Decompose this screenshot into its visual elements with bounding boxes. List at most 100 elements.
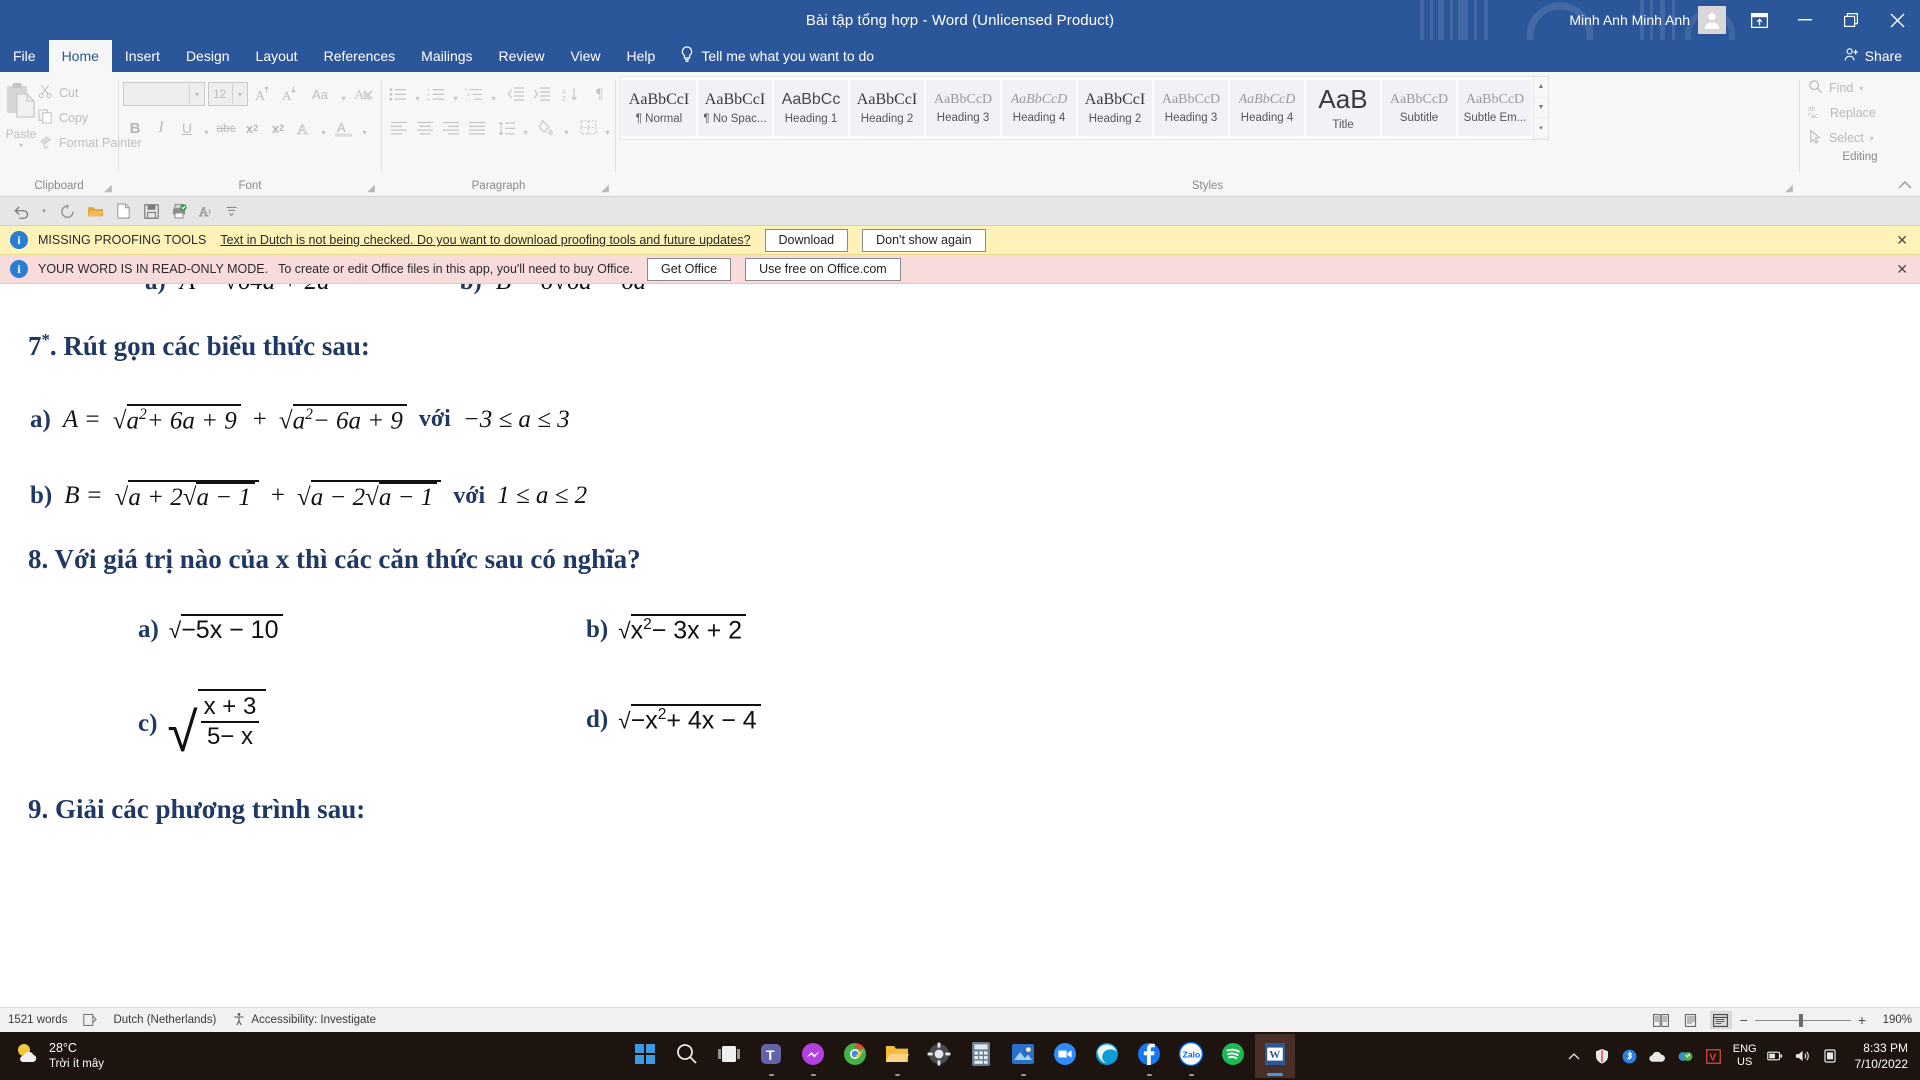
select-button[interactable]: Select ▾	[1808, 129, 1920, 147]
print-layout-icon[interactable]	[1680, 1011, 1702, 1029]
style-item[interactable]: AaBbCcD Subtitle	[1382, 80, 1456, 136]
chevron-up-icon[interactable]	[1565, 1047, 1583, 1065]
account-name[interactable]: Minh Anh Minh Anh	[1569, 12, 1698, 28]
align-center-icon[interactable]	[412, 116, 437, 140]
styles-dialog-launcher[interactable]: ◢	[1783, 182, 1795, 194]
read-mode-icon[interactable]	[1650, 1011, 1672, 1029]
shading-icon[interactable]	[535, 116, 560, 140]
new-document-icon[interactable]	[110, 199, 136, 223]
style-item[interactable]: AaBbCcD Heading 3	[1154, 80, 1228, 136]
chevron-down-icon[interactable]: ▾	[189, 84, 204, 104]
style-item[interactable]: AaBbCcI ¶ Normal	[622, 80, 696, 136]
taskbar-task-view[interactable]	[709, 1034, 749, 1078]
style-item[interactable]: AaBbCcI Heading 2	[850, 80, 924, 136]
chevron-down-icon[interactable]: ▾	[359, 115, 370, 142]
battery-icon[interactable]	[1767, 1047, 1785, 1065]
taskbar-edge[interactable]	[1087, 1034, 1127, 1078]
bluetooth-icon[interactable]	[1621, 1047, 1639, 1065]
save-icon[interactable]	[138, 199, 164, 223]
chevron-down-icon[interactable]: ▾	[318, 115, 329, 142]
align-right-icon[interactable]	[438, 116, 463, 140]
chevron-down-icon[interactable]: ▾	[201, 115, 212, 142]
sync-icon[interactable]	[1677, 1047, 1695, 1065]
use-free-office-button[interactable]: Use free on Office.com	[745, 257, 901, 281]
style-item[interactable]: AaBbCcI ¶ No Spac...	[698, 80, 772, 136]
chevron-down-icon[interactable]: ▾	[412, 81, 423, 108]
find-button[interactable]: Find ▾	[1808, 79, 1920, 97]
zoom-slider[interactable]: − +	[1740, 1012, 1866, 1028]
numbered-list-icon[interactable]: 123	[424, 82, 449, 106]
print-preview-icon[interactable]	[166, 199, 192, 223]
document-canvas[interactable]: a) A = √64a + 2a b) B = 6√6a − 6a 7*. Rú…	[0, 284, 1920, 1007]
taskbar-zoom-meeting[interactable]	[1045, 1034, 1085, 1078]
taskbar-facebook[interactable]	[1129, 1034, 1169, 1078]
web-layout-icon[interactable]	[1709, 1011, 1732, 1029]
user-avatar-icon[interactable]	[1698, 6, 1726, 34]
text-effects-icon[interactable]: A	[292, 116, 316, 140]
subscript-button[interactable]: x2	[240, 116, 264, 140]
chevron-down-icon[interactable]: ▾	[602, 115, 613, 142]
zoom-level[interactable]: 190%	[1874, 1014, 1912, 1026]
style-item[interactable]: AaBbCcD Heading 4	[1002, 80, 1076, 136]
redo-icon[interactable]	[54, 199, 80, 223]
font-name-input[interactable]: ▾	[123, 82, 205, 106]
shield-icon[interactable]	[1593, 1047, 1611, 1065]
scroll-down-icon[interactable]: ▼	[1534, 98, 1548, 119]
style-item[interactable]: AaBbCcD Heading 3	[926, 80, 1000, 136]
paragraph-dialog-launcher[interactable]: ◢	[599, 182, 611, 194]
clock[interactable]: 8:33 PM 7/10/2022	[1851, 1040, 1908, 1072]
scroll-up-icon[interactable]: ▲	[1534, 77, 1548, 98]
tab-view[interactable]: View	[557, 40, 613, 72]
style-item[interactable]: AaBbCcD Heading 4	[1230, 80, 1304, 136]
tab-design[interactable]: Design	[173, 40, 243, 72]
grow-font-icon[interactable]: A	[251, 82, 275, 106]
taskbar-file-explorer[interactable]	[877, 1034, 917, 1078]
ribbon-display-options-icon[interactable]	[1736, 0, 1782, 40]
taskbar-word[interactable]: W	[1255, 1034, 1295, 1078]
tab-layout[interactable]: Layout	[243, 40, 311, 72]
paste-button[interactable]: Paste ▾	[4, 78, 38, 150]
close-icon[interactable]: ✕	[1890, 232, 1914, 249]
tab-home[interactable]: Home	[48, 40, 112, 72]
dont-show-again-button[interactable]: Don't show again	[862, 228, 986, 252]
justify-icon[interactable]	[464, 116, 489, 140]
pilcrow-icon[interactable]: ¶	[587, 82, 612, 106]
more-styles-icon[interactable]: ▾	[1534, 118, 1548, 140]
customize-qat-icon[interactable]	[222, 199, 240, 223]
taskbar-settings[interactable]	[919, 1034, 959, 1078]
open-folder-icon[interactable]	[82, 199, 108, 223]
taskbar-messenger[interactable]	[793, 1034, 833, 1078]
tab-mailings[interactable]: Mailings	[408, 40, 485, 72]
increase-indent-icon[interactable]	[529, 82, 554, 106]
style-item[interactable]: AaBbCc Heading 1	[774, 80, 848, 136]
italic-button[interactable]: I	[149, 116, 173, 140]
clear-formatting-icon[interactable]: A	[352, 82, 376, 106]
taskbar-start-button[interactable]	[625, 1034, 665, 1078]
close-icon[interactable]: ✕	[1890, 261, 1914, 278]
proofing-bar-link[interactable]: Text in Dutch is not being checked. Do y…	[220, 233, 750, 247]
tell-me-search[interactable]: Tell me what you want to do	[668, 40, 886, 72]
tab-file[interactable]: File	[0, 40, 49, 72]
chevron-down-icon[interactable]: ▾	[19, 141, 23, 150]
minimize-icon[interactable]	[1782, 0, 1828, 40]
network-icon[interactable]	[1823, 1047, 1841, 1065]
shrink-font-icon[interactable]: A	[278, 82, 302, 106]
superscript-button[interactable]: x2	[266, 116, 290, 140]
chevron-down-icon[interactable]: ▾	[488, 81, 499, 108]
chevron-down-icon[interactable]: ▾	[561, 115, 572, 142]
font-size-input[interactable]: 12 ▾	[208, 82, 248, 106]
taskbar-spotify[interactable]	[1213, 1034, 1253, 1078]
tab-references[interactable]: References	[311, 40, 409, 72]
align-left-icon[interactable]	[386, 116, 411, 140]
strikethrough-button[interactable]: abc	[214, 116, 238, 140]
change-case-button[interactable]: Aa	[305, 82, 335, 106]
taskbar-search[interactable]	[667, 1034, 707, 1078]
bullet-list-icon[interactable]	[386, 82, 411, 106]
get-office-button[interactable]: Get Office	[647, 257, 732, 281]
zoom-out-button[interactable]: −	[1740, 1012, 1748, 1028]
style-item[interactable]: AaB Title	[1306, 80, 1380, 136]
sort-az-icon[interactable]: AZ	[558, 82, 583, 106]
text-highlight-icon[interactable]: A	[331, 116, 357, 140]
language-indicator[interactable]: Dutch (Netherlands)	[113, 1014, 216, 1026]
zoom-in-button[interactable]: +	[1858, 1012, 1866, 1028]
